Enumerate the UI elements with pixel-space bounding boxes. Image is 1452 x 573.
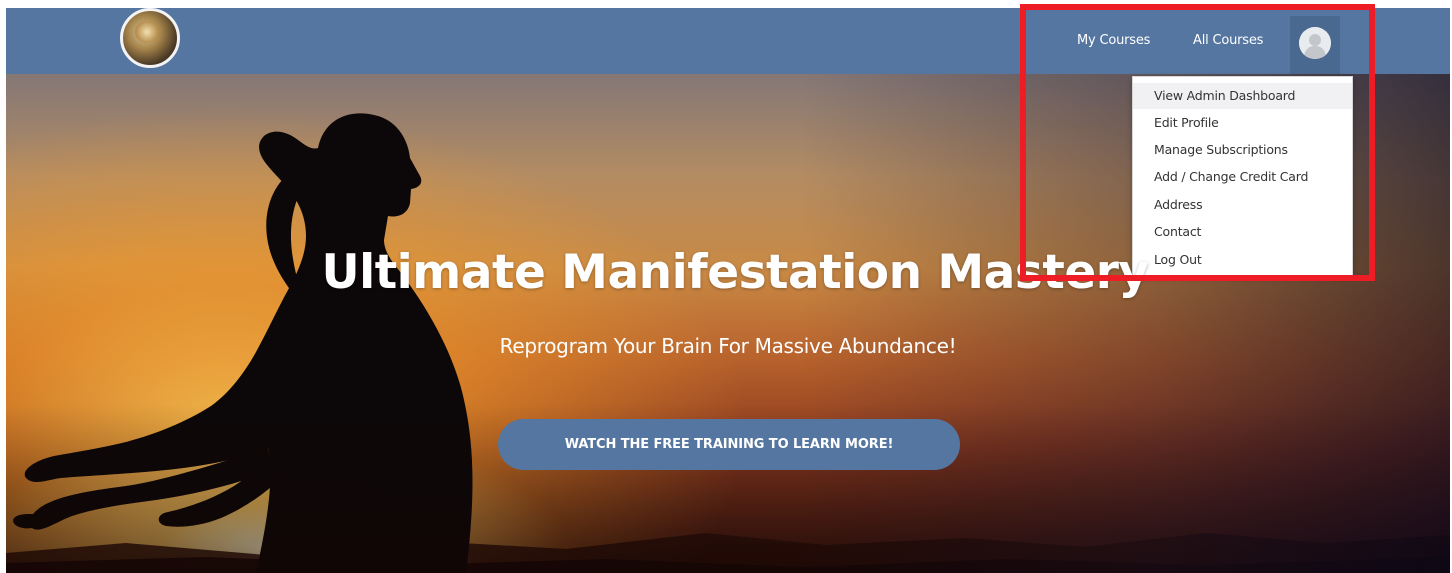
menu-item-add-change-credit-card[interactable]: Add / Change Credit Card (1133, 164, 1352, 190)
hero-title: Ultimate Manifestation Mastery (321, 245, 1149, 300)
user-menu-button[interactable] (1290, 16, 1340, 74)
menu-item-edit-profile[interactable]: Edit Profile (1133, 110, 1352, 136)
nav-all-courses-link[interactable]: All Courses (1193, 33, 1263, 48)
user-avatar-icon (1299, 27, 1331, 59)
menu-item-contact[interactable]: Contact (1133, 219, 1352, 245)
menu-item-manage-subscriptions[interactable]: Manage Subscriptions (1133, 137, 1352, 163)
avatar-person-icon (1299, 27, 1331, 59)
logo-highlight (135, 21, 159, 43)
menu-item-address[interactable]: Address (1133, 192, 1352, 218)
top-navbar: My Courses All Courses (6, 8, 1450, 74)
site-logo-icon[interactable] (120, 8, 180, 68)
nav-my-courses-link[interactable]: My Courses (1077, 33, 1150, 48)
menu-item-view-admin-dashboard[interactable]: View Admin Dashboard (1133, 83, 1352, 109)
page: My Courses All Courses View Admin Dashbo… (0, 0, 1452, 573)
hero-subtitle: Reprogram Your Brain For Massive Abundan… (499, 334, 957, 358)
watch-free-training-button[interactable]: WATCH THE FREE TRAINING TO LEARN MORE! (498, 419, 960, 470)
